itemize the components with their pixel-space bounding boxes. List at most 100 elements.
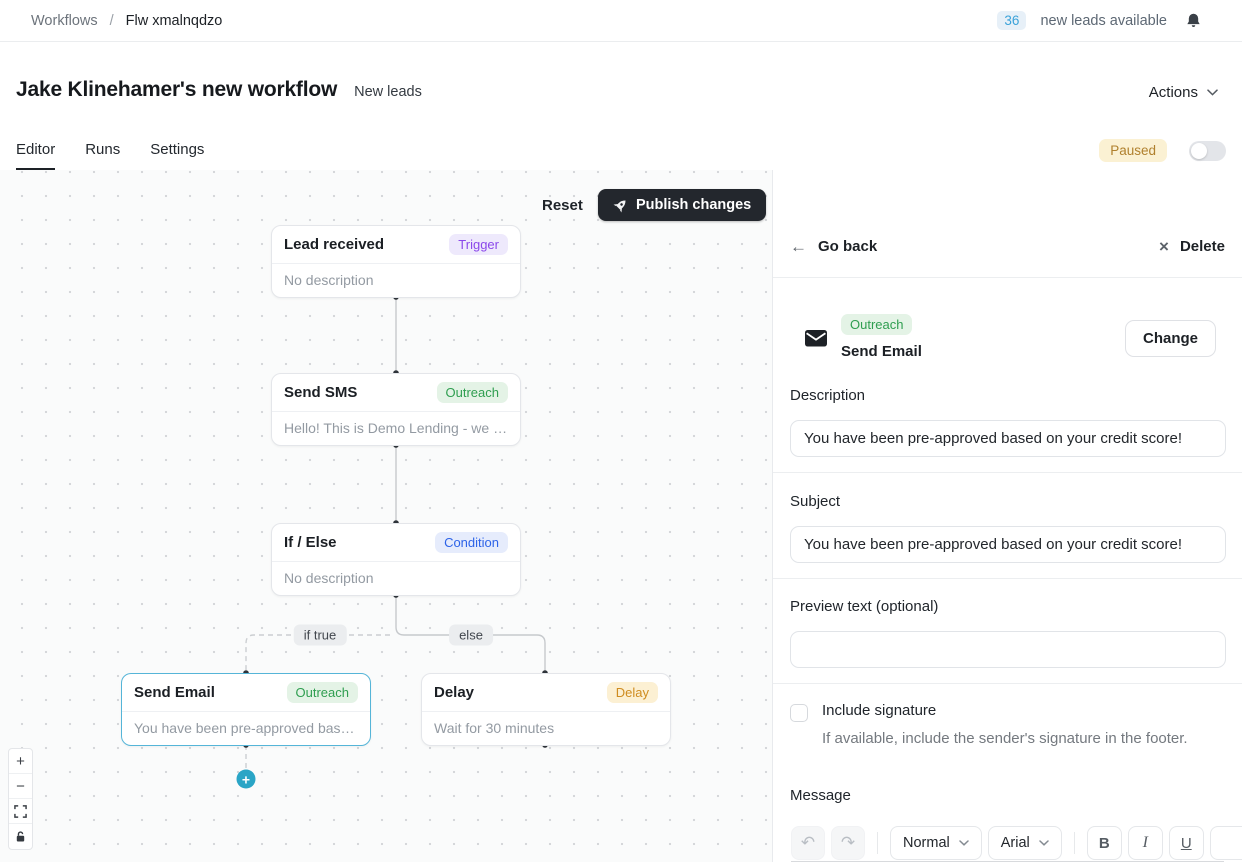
tab-editor[interactable]: Editor [16, 141, 55, 170]
node-header: Send Email Outreach [122, 674, 370, 712]
include-signature-checkbox[interactable] [790, 704, 808, 722]
actions-menu-button[interactable]: Actions [1149, 84, 1218, 101]
node-lead-received[interactable]: Lead received Trigger No description [271, 225, 521, 298]
description-label: Description [790, 387, 865, 404]
panel-header: ← Go back × Delete [790, 232, 1225, 260]
bell-icon[interactable] [1185, 12, 1202, 29]
zoom-in-button[interactable]: + [9, 749, 32, 774]
envelope-icon [805, 330, 827, 352]
page-title: Jake Klinehamer's new workflow [16, 78, 337, 102]
node-header: Send SMS Outreach [272, 374, 520, 412]
node-description: No description [272, 562, 520, 595]
node-header: Lead received Trigger [272, 226, 520, 264]
panel-divider [773, 277, 1242, 278]
breadcrumb-current: Flw xmalnqdzo [126, 13, 223, 29]
node-badge-delay: Delay [607, 682, 658, 703]
config-panel: ← Go back × Delete Outreach Send Email C… [772, 170, 1242, 862]
include-signature-row: Include signature If available, include … [790, 702, 1226, 747]
topbar-right: 36 new leads available [997, 11, 1202, 30]
node-if-else[interactable]: If / Else Condition No description [271, 523, 521, 596]
redo-button[interactable]: ↷ [831, 826, 865, 860]
branch-label-else: else [449, 625, 493, 646]
tab-runs[interactable]: Runs [85, 141, 120, 170]
format-button-partial[interactable] [1210, 826, 1242, 860]
paused-badge: Paused [1099, 139, 1167, 162]
block-style-select[interactable]: Normal [890, 826, 982, 860]
close-icon: × [1159, 238, 1169, 255]
branch-label-if-true: if true [294, 625, 347, 646]
main-area: Reset Publish changes Lead received Trig… [0, 170, 1242, 862]
node-description: No description [272, 264, 520, 297]
node-send-sms[interactable]: Send SMS Outreach Hello! This is Demo Le… [271, 373, 521, 446]
breadcrumb: Workflows / Flw xmalnqdzo [31, 13, 222, 29]
node-title: Lead received [284, 236, 384, 253]
publish-label: Publish changes [636, 197, 751, 213]
node-title: Delay [434, 684, 474, 701]
breadcrumb-separator: / [110, 13, 114, 29]
include-signature-help: If available, include the sender's signa… [822, 730, 1226, 747]
actions-label: Actions [1149, 84, 1198, 101]
node-send-email[interactable]: Send Email Outreach You have been pre-ap… [121, 673, 371, 746]
reset-button[interactable]: Reset [536, 193, 589, 218]
rocket-icon [613, 198, 628, 213]
workflow-canvas[interactable]: Reset Publish changes Lead received Trig… [0, 170, 772, 862]
panel-node-badge: Outreach [841, 314, 912, 335]
canvas-controls: + − [8, 748, 33, 850]
tab-bar: Editor Runs Settings [16, 141, 204, 170]
toolbar-separator [877, 832, 878, 854]
block-style-value: Normal [903, 835, 950, 851]
node-title: If / Else [284, 534, 337, 551]
bold-button[interactable]: B [1087, 826, 1122, 860]
node-header: Delay Delay [422, 674, 670, 712]
preview-text-label: Preview text (optional) [790, 598, 938, 615]
toolbar-separator [1074, 832, 1075, 854]
section-divider [773, 683, 1242, 684]
back-arrow-icon: ← [790, 238, 807, 255]
node-header: If / Else Condition [272, 524, 520, 562]
workflow-enable-toggle[interactable] [1189, 141, 1226, 161]
go-back-button[interactable]: ← Go back [790, 238, 877, 255]
section-divider [773, 472, 1242, 473]
breadcrumb-workflows-link[interactable]: Workflows [31, 13, 98, 29]
node-title: Send Email [134, 684, 215, 701]
description-input[interactable] [790, 420, 1226, 457]
italic-button[interactable]: I [1128, 826, 1163, 860]
title-row: Jake Klinehamer's new workflow New leads [0, 42, 1242, 102]
node-badge-outreach: Outreach [437, 382, 508, 403]
undo-button[interactable]: ↶ [791, 826, 825, 860]
node-badge-condition: Condition [435, 532, 508, 553]
node-badge-outreach: Outreach [287, 682, 358, 703]
preview-text-input[interactable] [790, 631, 1226, 668]
lock-button[interactable] [9, 824, 32, 849]
chevron-down-icon [959, 840, 969, 846]
node-description: Hello! This is Demo Lending - we recei..… [272, 412, 520, 445]
add-step-button[interactable]: + [237, 770, 256, 789]
font-family-value: Arial [1001, 835, 1030, 851]
zoom-out-button[interactable]: − [9, 774, 32, 799]
change-node-button[interactable]: Change [1125, 320, 1216, 357]
lock-icon [14, 830, 27, 843]
font-family-select[interactable]: Arial [988, 826, 1062, 860]
chevron-down-icon [1207, 89, 1218, 96]
new-leads-label: new leads available [1040, 13, 1167, 29]
selected-node-info: Outreach Send Email Change [805, 314, 1216, 360]
publish-changes-button[interactable]: Publish changes [598, 189, 766, 221]
delete-label: Delete [1180, 238, 1225, 255]
fit-view-icon [14, 805, 27, 818]
delete-node-button[interactable]: × Delete [1159, 238, 1225, 255]
subject-label: Subject [790, 493, 840, 510]
node-badge-trigger: Trigger [449, 234, 508, 255]
go-back-label: Go back [818, 238, 877, 255]
underline-button[interactable]: U [1169, 826, 1204, 860]
page-header: Jake Klinehamer's new workflow New leads… [0, 42, 1242, 170]
tab-settings[interactable]: Settings [150, 141, 204, 170]
fit-view-button[interactable] [9, 799, 32, 824]
node-description: Wait for 30 minutes [422, 712, 670, 745]
node-delay[interactable]: Delay Delay Wait for 30 minutes [421, 673, 671, 746]
include-signature-label: Include signature [822, 702, 1226, 719]
node-title: Send SMS [284, 384, 357, 401]
new-leads-count-badge: 36 [997, 11, 1026, 30]
subject-input[interactable] [790, 526, 1226, 563]
message-label: Message [790, 787, 851, 804]
top-bar: Workflows / Flw xmalnqdzo 36 new leads a… [0, 0, 1242, 42]
